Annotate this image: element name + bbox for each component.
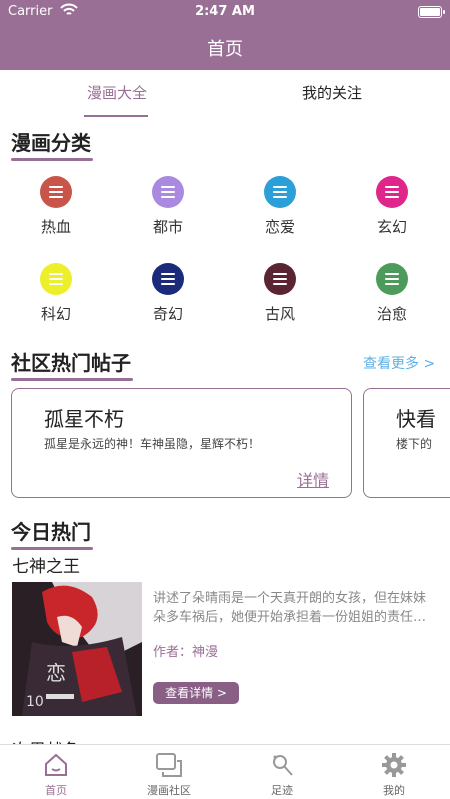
tabbar-item-home[interactable]: 首页 xyxy=(11,751,101,798)
category-item[interactable]: 热血 xyxy=(21,176,91,237)
category-item[interactable]: 玄幻 xyxy=(357,176,427,237)
list-icon xyxy=(40,176,72,208)
title-underline xyxy=(11,378,133,381)
tabbar-label: 漫画社区 xyxy=(147,784,191,797)
section-title-text: 社区热门帖子 xyxy=(11,351,131,375)
category-item[interactable]: 都市 xyxy=(133,176,203,237)
chat-bubbles-icon xyxy=(156,753,182,777)
tabbar-label: 首页 xyxy=(45,784,67,797)
book-title[interactable]: 七神之王 xyxy=(12,552,80,577)
section-title-community: 社区热门帖子 xyxy=(11,347,133,381)
category-label: 古风 xyxy=(264,305,295,323)
category-item[interactable]: 治愈 xyxy=(357,263,427,324)
status-bar: Carrier 2:47 AM xyxy=(0,0,450,24)
title-underline xyxy=(11,158,93,161)
category-label: 治愈 xyxy=(376,305,407,323)
list-icon xyxy=(40,263,72,295)
list-icon xyxy=(376,176,408,208)
post-title: 孤星不朽 xyxy=(44,407,124,431)
list-icon xyxy=(376,263,408,295)
top-tabs: 漫画大全 我的关注 xyxy=(0,70,450,118)
book-cover-image[interactable]: 恋 10 xyxy=(12,582,142,716)
section-title-text: 今日热门 xyxy=(11,520,91,544)
tabbar-item-footprint[interactable]: 足迹 xyxy=(237,751,327,798)
category-label: 玄幻 xyxy=(376,218,407,236)
section-title-today-hot: 今日热门 xyxy=(11,516,93,550)
tab-indicator xyxy=(84,115,148,117)
page-title: 首页 xyxy=(207,39,243,60)
post-description: 孤星是永远的神！车神虽隐，星辉不朽！ xyxy=(44,437,261,451)
footprint-icon xyxy=(273,755,293,776)
book-author: 作者：神漫 xyxy=(153,645,219,660)
section-title-text: 漫画分类 xyxy=(11,131,91,155)
post-detail-link[interactable]: 详情 xyxy=(297,467,329,491)
see-more-link[interactable]: 查看更多 > xyxy=(363,353,435,373)
list-icon xyxy=(152,263,184,295)
navigation-header: Carrier 2:47 AM 首页 xyxy=(0,0,450,70)
category-label: 都市 xyxy=(152,218,183,236)
category-label: 热血 xyxy=(40,218,71,236)
list-icon xyxy=(264,176,296,208)
svg-text:恋: 恋 xyxy=(46,661,66,685)
view-details-button[interactable]: 查看详情 > xyxy=(153,682,239,704)
list-icon xyxy=(152,176,184,208)
home-icon xyxy=(45,753,67,776)
tabbar-item-profile[interactable]: 我的 xyxy=(349,751,439,798)
category-label: 科幻 xyxy=(40,305,71,323)
category-item[interactable]: 古风 xyxy=(245,263,315,324)
bottom-tab-bar: 首页 漫画社区 足迹 我的 xyxy=(0,744,450,799)
post-card[interactable]: 快看 楼下的 xyxy=(363,388,450,498)
section-title-categories: 漫画分类 xyxy=(11,127,93,161)
tabbar-item-community[interactable]: 漫画社区 xyxy=(124,751,214,798)
title-underline xyxy=(11,547,93,550)
battery-icon xyxy=(418,6,445,18)
list-icon xyxy=(264,263,296,295)
book-description: 讲述了朵晴雨是一个天真开朗的女孩，但在妹妹朵多车祸后，她便开始承担着一份姐姐的责… xyxy=(153,591,427,625)
category-item[interactable]: 科幻 xyxy=(21,263,91,324)
post-description: 楼下的 xyxy=(396,437,433,451)
category-item[interactable]: 奇幻 xyxy=(133,263,203,324)
category-label: 奇幻 xyxy=(152,305,183,323)
post-card[interactable]: 孤星不朽 孤星是永远的神！车神虽隐，星辉不朽！ 详情 xyxy=(11,388,352,498)
tab-my-follows[interactable]: 我的关注 xyxy=(302,82,362,103)
tabbar-label: 我的 xyxy=(383,784,405,797)
gear-icon xyxy=(382,753,406,777)
svg-text:10: 10 xyxy=(26,694,44,710)
tab-comic-collection[interactable]: 漫画大全 xyxy=(87,82,147,103)
category-item[interactable]: 恋爱 xyxy=(245,176,315,237)
category-label: 恋爱 xyxy=(264,218,295,236)
status-time: 2:47 AM xyxy=(195,4,255,19)
post-title: 快看 xyxy=(396,407,436,431)
tabbar-label: 足迹 xyxy=(271,784,293,797)
